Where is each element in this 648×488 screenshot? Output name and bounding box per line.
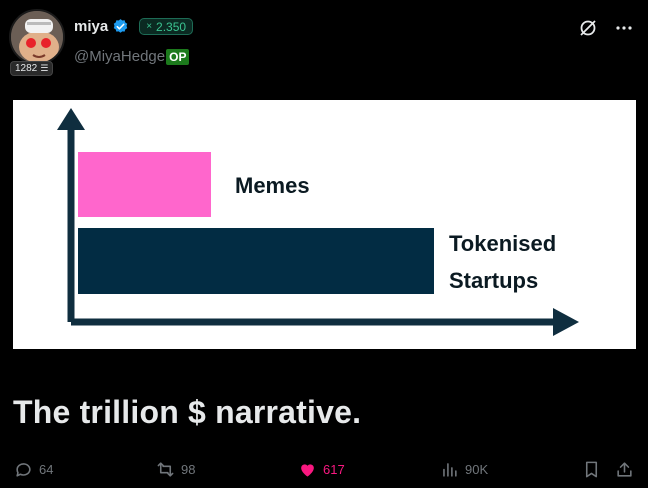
tokenised-label-line1: Tokenised xyxy=(449,231,556,256)
more-options-icon[interactable] xyxy=(614,18,634,38)
reply-button[interactable]: 64 xyxy=(14,458,53,480)
avatar[interactable] xyxy=(9,9,65,65)
share-icon xyxy=(617,461,632,477)
post-header: miya × 2.350 xyxy=(74,18,194,35)
bookmark-icon xyxy=(585,461,598,477)
reply-icon xyxy=(16,462,31,477)
post-text: The trillion $ narrative. xyxy=(13,394,362,430)
repost-icon xyxy=(157,461,174,477)
meme-chart-illustration: Memes Tokenised Startups xyxy=(13,100,636,349)
avatar-count: 1282 xyxy=(15,63,38,74)
verified-badge-icon xyxy=(113,19,128,33)
share-button[interactable] xyxy=(615,458,634,480)
memes-bar xyxy=(78,152,211,217)
heart-icon xyxy=(301,463,314,477)
handle-row: @MiyaHedge OP xyxy=(74,48,190,65)
follower-badge[interactable]: × 2.350 xyxy=(139,18,194,35)
like-button[interactable]: 617 xyxy=(298,458,345,480)
tokenised-bar xyxy=(78,228,434,294)
grok-icon[interactable] xyxy=(578,18,598,38)
views-button[interactable]: 90K xyxy=(440,458,488,480)
like-count: 617 xyxy=(323,461,345,477)
repost-button[interactable]: 98 xyxy=(156,458,195,480)
bookmark-button[interactable] xyxy=(582,458,601,480)
reply-count: 64 xyxy=(39,461,54,477)
view-count: 90K xyxy=(465,461,489,477)
follower-count: 2.350 xyxy=(156,19,187,34)
top-icons xyxy=(578,18,634,38)
list-icon: ☰ xyxy=(40,63,49,73)
follow-prefix: × xyxy=(146,21,153,32)
post-image[interactable]: Memes Tokenised Startups xyxy=(13,100,636,349)
action-bar: 64 98 617 90K xyxy=(0,458,648,480)
repost-count: 98 xyxy=(181,461,196,477)
op-badge: OP xyxy=(166,48,190,65)
avatar-count-badge: 1282 ☰ xyxy=(10,61,54,76)
tokenised-label-line2: Startups xyxy=(449,268,538,293)
memes-label: Memes xyxy=(235,173,310,198)
views-chart-icon xyxy=(443,462,457,477)
display-name[interactable]: miya xyxy=(74,18,108,35)
user-handle[interactable]: @MiyaHedge xyxy=(74,48,165,65)
